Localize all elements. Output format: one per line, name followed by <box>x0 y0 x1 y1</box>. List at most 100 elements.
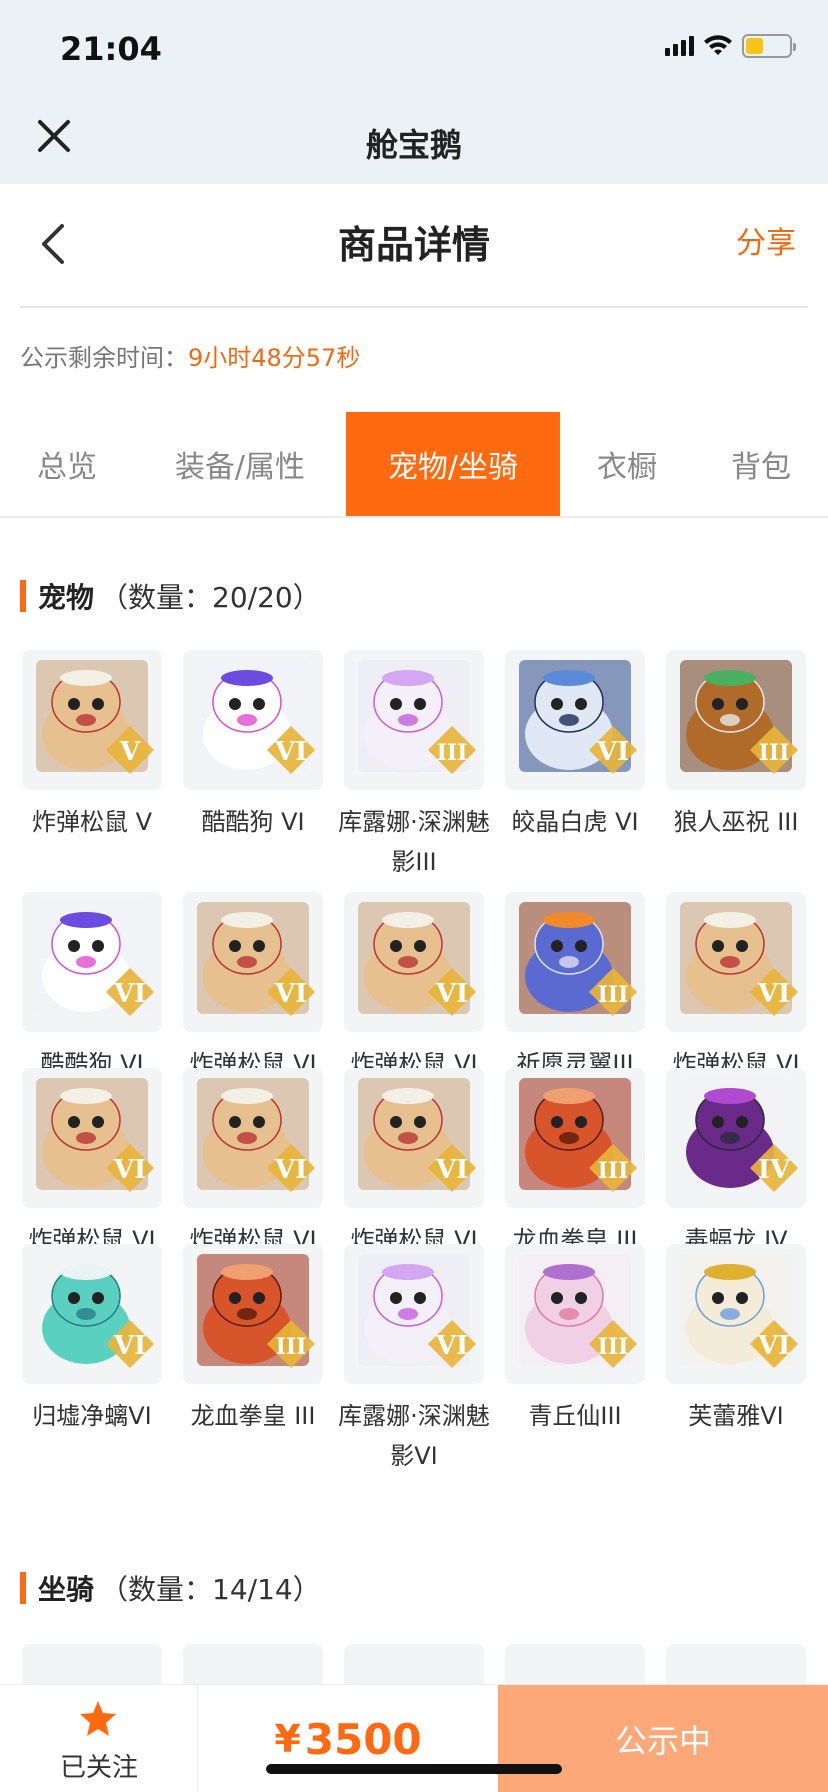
pet-portrait: VI <box>197 902 315 1016</box>
pet-thumbnail: VI <box>666 1244 806 1384</box>
cellular-signal-icon <box>665 36 694 56</box>
pet-portrait: III <box>358 660 476 774</box>
pet-portrait: VI <box>680 1254 798 1368</box>
pet-name: 芙蕾雅VI <box>688 1402 784 1430</box>
pet-portrait: VI <box>358 902 476 1016</box>
countdown-timer: 9小时48分57秒 <box>188 344 361 372</box>
section-title: 宠物 <box>38 581 95 614</box>
grade-badge-text: V <box>119 737 141 767</box>
pet-thumbnail: III <box>505 892 645 1032</box>
follow-button[interactable]: 已关注 <box>0 1685 198 1792</box>
section-accent-bar <box>20 1572 26 1604</box>
wifi-icon <box>704 35 732 55</box>
page-title: 商品详情 <box>337 223 490 267</box>
share-button[interactable]: 分享 <box>736 218 796 262</box>
pet-portrait: III <box>680 660 798 774</box>
grade-badge-text: III <box>598 982 629 1008</box>
grade-badge-text: VI <box>757 979 790 1009</box>
pet-portrait: VI <box>36 1078 154 1192</box>
pet-portrait: III <box>519 1254 637 1368</box>
grade-badge-text: III <box>276 1334 307 1360</box>
currency-symbol: ¥ <box>274 1717 301 1761</box>
pet-name: 库露娜·深渊魅影VI <box>338 1402 490 1470</box>
section-count: （数量：14/14） <box>100 1573 321 1606</box>
pet-name: 龙血拳皇 III <box>190 1402 316 1430</box>
section-title: 坐骑 <box>38 1573 95 1606</box>
status-bar: 21:04 <box>0 0 828 92</box>
pet-portrait: VI <box>358 1254 476 1368</box>
price: ¥ 3500 <box>198 1685 498 1792</box>
grade-badge-text: VI <box>435 1155 468 1185</box>
pet-name: 酷酷狗 VI <box>201 808 305 836</box>
tab-pets-mounts[interactable]: 宠物/坐骑 <box>346 412 560 516</box>
pet-name: 归墟净螭VI <box>32 1402 152 1430</box>
notice-label: 公示剩余时间： <box>20 344 188 372</box>
grade-badge-text: VI <box>113 979 146 1009</box>
home-indicator <box>266 1764 562 1774</box>
grade-badge-text: III <box>598 1334 629 1360</box>
grade-badge-text: VI <box>274 979 307 1009</box>
pet-portrait: VI <box>197 660 315 774</box>
pet-thumbnail: VI <box>183 1068 323 1208</box>
pet-thumbnail: VI <box>183 892 323 1032</box>
section-accent-bar <box>20 580 26 612</box>
pet-thumbnail: VI <box>22 892 162 1032</box>
pet-thumbnail: VI <box>666 892 806 1032</box>
publicity-notice: 公示剩余时间：9小时48分57秒 <box>20 338 360 373</box>
grade-badge-text: VI <box>435 979 468 1009</box>
pet-name: 皎晶白虎 VI <box>511 808 639 836</box>
pet-portrait: VI <box>36 1254 154 1368</box>
pet-name: 青丘仙III <box>528 1402 622 1430</box>
publicity-status-button[interactable]: 公示中 <box>498 1685 828 1792</box>
pet-portrait: III <box>519 1078 637 1192</box>
divider <box>20 306 808 308</box>
pet-thumbnail: IV <box>666 1068 806 1208</box>
pet-thumbnail: III <box>505 1068 645 1208</box>
pet-name: 炸弹松鼠 V <box>31 808 153 836</box>
follow-label: 已关注 <box>59 1753 138 1783</box>
bottom-action-bar: 已关注 ¥ 3500 公示中 <box>0 1684 828 1792</box>
pet-thumbnail: V <box>22 650 162 790</box>
nav-bar: 商品详情 分享 <box>0 184 828 308</box>
pet-thumbnail: VI <box>344 1244 484 1384</box>
pet-thumbnail: VI <box>183 650 323 790</box>
star-icon <box>80 1701 116 1736</box>
grade-badge-text: IV <box>758 1155 791 1185</box>
pet-portrait: V <box>36 660 154 774</box>
pet-portrait: VI <box>197 1078 315 1192</box>
status-icons <box>665 34 796 58</box>
pet-name: 库露娜·深渊魅影III <box>338 808 490 876</box>
pet-thumbnail: III <box>183 1244 323 1384</box>
grade-badge-text: VI <box>274 737 307 767</box>
grade-badge-text: VI <box>274 1155 307 1185</box>
pet-portrait: III <box>197 1254 315 1368</box>
price-value: 3500 <box>304 1714 422 1764</box>
grade-badge-text: VI <box>113 1331 146 1361</box>
pet-portrait: III <box>519 902 637 1016</box>
grade-badge-text: III <box>759 740 790 766</box>
mounts-section-header: 坐骑 （数量：14/14） <box>20 1568 321 1608</box>
pet-portrait: VI <box>36 902 154 1016</box>
tab-equipment[interactable]: 装备/属性 <box>134 412 346 516</box>
grade-badge-text: VI <box>113 1155 146 1185</box>
app-bar: 舱宝鹅 <box>0 92 828 184</box>
divider <box>0 516 828 518</box>
pet-portrait: VI <box>680 902 798 1016</box>
pet-thumbnail: VI <box>344 1068 484 1208</box>
pet-portrait: VI <box>519 660 637 774</box>
pet-portrait: IV <box>680 1078 798 1192</box>
app-title: 舱宝鹅 <box>365 126 462 164</box>
pet-thumbnail: III <box>505 1244 645 1384</box>
pet-thumbnail: III <box>666 650 806 790</box>
tab-wardrobe[interactable]: 衣橱 <box>560 412 694 516</box>
pet-thumbnail: VI <box>22 1068 162 1208</box>
pets-section-header: 宠物 （数量：20/20） <box>20 576 321 616</box>
tab-bag[interactable]: 背包 <box>694 412 828 516</box>
tab-overview[interactable]: 总览 <box>0 412 134 516</box>
section-count: （数量：20/20） <box>100 581 321 614</box>
grade-badge-text: VI <box>435 1331 468 1361</box>
battery-icon <box>742 34 796 58</box>
pet-thumbnail: III <box>344 650 484 790</box>
pet-thumbnail: VI <box>505 650 645 790</box>
grade-badge-text: VI <box>596 737 629 767</box>
